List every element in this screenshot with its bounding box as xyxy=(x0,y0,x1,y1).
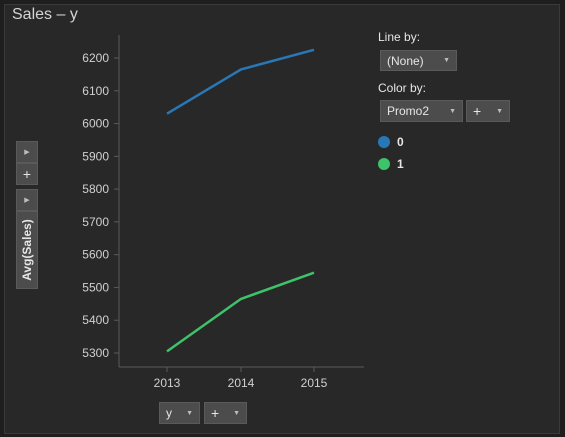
y-tick-label: 6200 xyxy=(82,51,109,65)
y-tick-label: 5500 xyxy=(82,280,109,294)
line-by-dropdown[interactable]: (None) ▼ xyxy=(380,50,457,71)
legend-swatch xyxy=(378,158,390,170)
y-tick-label: 6100 xyxy=(82,84,109,98)
x-tick-label: 2014 xyxy=(228,376,255,390)
plus-icon: + xyxy=(473,103,482,119)
chevron-down-icon: ▼ xyxy=(496,107,503,115)
color-by-add-button[interactable]: + ▼ xyxy=(466,100,510,122)
y-tick-label: 5600 xyxy=(82,248,109,262)
y-tick-label: 5900 xyxy=(82,149,109,163)
data-point[interactable] xyxy=(311,47,317,53)
data-point[interactable] xyxy=(238,66,244,72)
color-by-label: Color by: xyxy=(378,81,427,95)
data-point[interactable] xyxy=(164,111,170,117)
color-by-value: Promo2 xyxy=(387,104,430,118)
x-axis-selector[interactable]: y ▼ xyxy=(159,402,200,424)
y-tick-label: 6000 xyxy=(82,117,109,131)
legend-swatch xyxy=(378,136,390,148)
y-tick-label: 5300 xyxy=(82,346,109,360)
legend-item-1[interactable]: 1 xyxy=(378,157,404,171)
legend-item-0[interactable]: 0 xyxy=(378,135,404,149)
x-axis-add-button[interactable]: + ▼ xyxy=(204,402,247,424)
legend-label: 1 xyxy=(397,157,404,171)
data-point[interactable] xyxy=(164,348,170,354)
x-axis-selector-label: y xyxy=(166,406,172,420)
series-line-1[interactable] xyxy=(166,271,315,353)
data-point[interactable] xyxy=(311,270,317,276)
line-by-value: (None) xyxy=(387,53,424,68)
y-tick-label: 5700 xyxy=(82,215,109,229)
y-tick-label: 5800 xyxy=(82,182,109,196)
x-tick-label: 2015 xyxy=(301,376,328,390)
series-line-0[interactable] xyxy=(166,48,315,115)
x-tick-label: 2013 xyxy=(154,376,181,390)
chevron-down-icon: ▼ xyxy=(449,107,456,115)
chevron-down-icon: ▼ xyxy=(443,57,450,64)
legend-label: 0 xyxy=(397,135,404,149)
y-tick-label: 5400 xyxy=(82,313,109,327)
line-by-label: Line by: xyxy=(378,30,421,44)
chevron-down-icon: ▼ xyxy=(233,409,240,417)
color-by-dropdown[interactable]: Promo2 ▼ xyxy=(380,100,463,122)
line-chart: 5300 5400 5500 5600 5700 5800 5900 6000 6100 6200… xyxy=(82,35,364,390)
chevron-down-icon: ▼ xyxy=(186,409,193,417)
data-point[interactable] xyxy=(238,296,244,302)
plus-icon: + xyxy=(211,405,220,421)
